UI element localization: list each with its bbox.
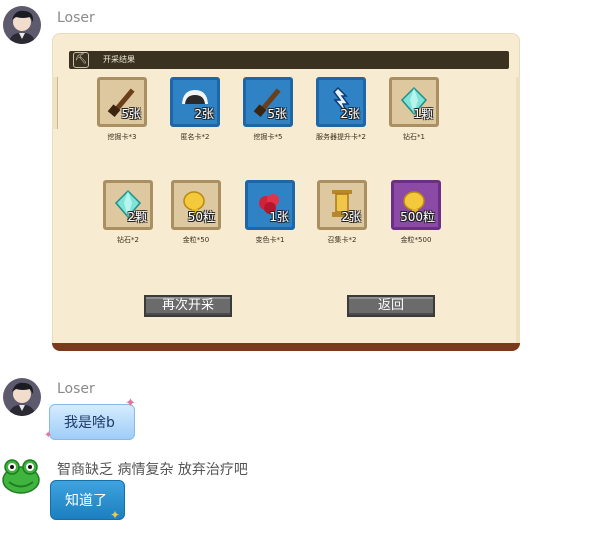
- reward-item: 2张 召集卡*2: [302, 180, 382, 245]
- item-slot: 5张: [243, 77, 293, 127]
- item-slot: 2张: [170, 77, 220, 127]
- message-text: 知道了: [65, 493, 107, 509]
- item-slot: 1张: [245, 180, 295, 230]
- user-avatar-loser[interactable]: [3, 378, 41, 416]
- frame-edge: [516, 77, 520, 347]
- item-slot: 5张: [97, 77, 147, 127]
- item-caption: 金粒*500: [400, 236, 432, 244]
- item-slot: 2张: [316, 77, 366, 127]
- star-sparkle-icon: ✦: [110, 508, 121, 522]
- pickaxe-badge-icon: ⛏: [73, 52, 89, 68]
- message-text: 我是啥b: [64, 415, 115, 431]
- return-button[interactable]: 返回: [347, 295, 435, 317]
- frog-avatar[interactable]: [1, 455, 41, 495]
- reward-item: 50粒 金粒*50: [156, 180, 236, 245]
- result-title: 开采结果: [103, 55, 135, 64]
- reward-item: 1颗 钻石*1: [374, 77, 454, 142]
- pinwheel-icon: ✦: [125, 396, 136, 411]
- result-header: ⛏ 开采结果: [69, 51, 509, 69]
- item-caption: 挖掘卡*3: [107, 133, 137, 141]
- sender-name: Loser: [57, 381, 95, 397]
- item-caption: 召集卡*2: [327, 236, 357, 244]
- item-slot: 2颗: [103, 180, 153, 230]
- reward-item: 5张 挖掘卡*3: [82, 77, 162, 142]
- reward-item: 500粒 金粒*500: [376, 180, 456, 245]
- item-caption: 匿名卡*2: [180, 133, 210, 141]
- sender-name: Loser: [57, 10, 95, 26]
- reward-item: 2张 匿名卡*2: [155, 77, 235, 142]
- frame-bottom: [52, 343, 520, 351]
- chat-bubble[interactable]: 我是啥b: [49, 404, 135, 440]
- message-text: 智商缺乏 病情复杂 放弃治疗吧: [57, 462, 248, 478]
- reward-item: 2张 服务器提升卡*2: [301, 77, 381, 142]
- item-caption: 挖掘卡*5: [253, 133, 283, 141]
- pinwheel-icon: ✦: [44, 430, 53, 441]
- game-screenshot[interactable]: ⛏ 开采结果 5张 挖掘卡*3 2张 匿名卡*2 5张 挖掘卡*5 2张 服务器…: [52, 33, 520, 351]
- item-slot: 1颗: [389, 77, 439, 127]
- item-slot: 500粒: [391, 180, 441, 230]
- reward-item: 1张 变色卡*1: [230, 180, 310, 245]
- item-slot: 50粒: [171, 180, 221, 230]
- user-avatar-loser[interactable]: [3, 6, 41, 44]
- item-caption: 钻石*1: [403, 133, 425, 141]
- mine-again-button[interactable]: 再次开采: [144, 295, 232, 317]
- reward-item: 5张 挖掘卡*5: [228, 77, 308, 142]
- item-caption: 服务器提升卡*2: [316, 133, 366, 141]
- item-caption: 变色卡*1: [255, 236, 285, 244]
- item-slot: 2张: [317, 180, 367, 230]
- frame-edge: [52, 77, 58, 129]
- item-caption: 金粒*50: [182, 236, 210, 244]
